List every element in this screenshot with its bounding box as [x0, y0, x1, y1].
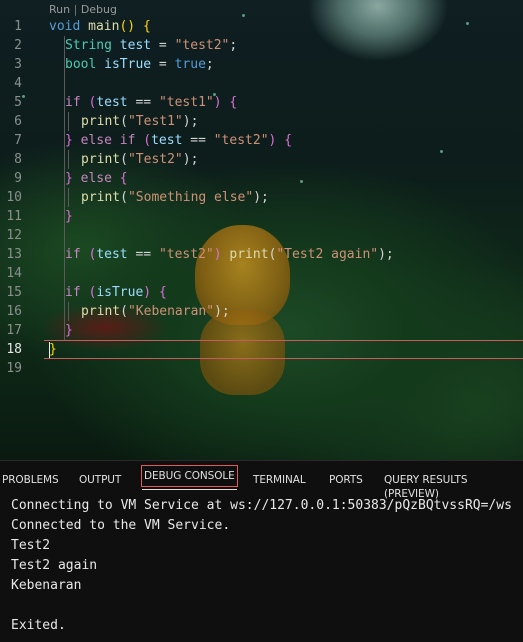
line-number: 1	[14, 19, 22, 34]
code-text: } else if (test == "test2") {	[65, 133, 293, 148]
line-number: 11	[6, 209, 22, 224]
line-number: 18	[6, 342, 22, 357]
code-line[interactable]: 8 print("Test2");	[0, 150, 523, 169]
console-line: Test2 again	[11, 558, 98, 573]
debug-console-output[interactable]: Connecting to VM Service at ws://127.0.0…	[11, 496, 516, 636]
console-line: Exited.	[11, 618, 66, 633]
line-number: 19	[6, 361, 22, 376]
panel-tab-bar: PROBLEMS OUTPUT DEBUG CONSOLE TERMINAL P…	[0, 460, 523, 500]
indent-guide	[64, 36, 65, 340]
code-line[interactable]: 6 print("Test1");	[0, 112, 523, 131]
text-cursor	[49, 342, 50, 358]
code-line[interactable]: 1 void main() {	[0, 17, 523, 36]
code-text: if (test == "test2") print("Test2 again"…	[65, 247, 394, 262]
code-text: print("Kebenaran");	[81, 304, 230, 319]
codelens-separator: |	[73, 3, 78, 16]
code-text: print("Test1");	[81, 114, 199, 129]
code-line[interactable]: 18}	[0, 340, 523, 359]
tab-debug-console[interactable]: DEBUG CONSOLE	[141, 465, 238, 490]
bottom-panel: PROBLEMS OUTPUT DEBUG CONSOLE TERMINAL P…	[0, 460, 523, 642]
code-line[interactable]: 4	[0, 74, 523, 93]
code-line[interactable]: 13 if (test == "test2") print("Test2 agai…	[0, 245, 523, 264]
console-line: Connected to the VM Service.	[11, 518, 231, 533]
code-text: }	[65, 323, 73, 338]
codelens-debug[interactable]: Debug	[81, 3, 117, 16]
line-number: 4	[14, 76, 22, 91]
code-line[interactable]: 7 } else if (test == "test2") {	[0, 131, 523, 150]
tab-debug-console-label: DEBUG CONSOLE	[144, 470, 235, 482]
code-text: print("Something else");	[81, 190, 269, 205]
line-number: 3	[14, 57, 22, 72]
console-line: Kebenaran	[11, 578, 82, 593]
indent-guide	[68, 188, 69, 207]
code-text: if (isTrue) {	[65, 285, 167, 300]
code-line[interactable]: 5 if (test == "test1") {	[0, 93, 523, 112]
line-number: 17	[6, 323, 22, 338]
line-number: 2	[14, 38, 22, 53]
console-line: Test2	[11, 538, 51, 553]
code-text: String test = "test2";	[65, 38, 238, 53]
code-line[interactable]: 19	[0, 359, 523, 378]
active-tab-underline	[142, 489, 237, 490]
line-number: 5	[14, 95, 22, 110]
indent-guide	[68, 302, 69, 321]
tab-ports[interactable]: PORTS	[329, 473, 363, 487]
code-line[interactable]: 9 } else {	[0, 169, 523, 188]
code-text: void main() {	[49, 19, 151, 34]
code-line[interactable]: 14	[0, 264, 523, 283]
code-editor[interactable]: Run | Debug 1 void main() { 2 String test =…	[0, 0, 523, 460]
line-number: 10	[6, 190, 22, 205]
indent-guide	[68, 112, 69, 131]
code-text: }	[65, 209, 73, 224]
code-line[interactable]: 10 print("Something else");	[0, 188, 523, 207]
line-number: 8	[14, 152, 22, 167]
line-number: 9	[14, 171, 22, 186]
code-line[interactable]: 15 if (isTrue) {	[0, 283, 523, 302]
code-line[interactable]: 11}	[0, 207, 523, 226]
console-line: Connecting to VM Service at ws://127.0.0…	[11, 498, 512, 513]
line-number: 14	[6, 266, 22, 281]
codelens-run[interactable]: Run	[49, 3, 70, 16]
line-number: 6	[14, 114, 22, 129]
code-text: print("Test2");	[81, 152, 199, 167]
code-text: if (test == "test1") {	[65, 95, 238, 110]
code-line[interactable]: 3 bool isTrue = true;	[0, 55, 523, 74]
code-text: bool isTrue = true;	[65, 57, 214, 72]
code-text: } else {	[65, 171, 128, 186]
code-line[interactable]: 2 String test = "test2";	[0, 36, 523, 55]
code-line[interactable]: 16 print("Kebenaran");	[0, 302, 523, 321]
line-number: 12	[6, 228, 22, 243]
line-number: 13	[6, 247, 22, 262]
indent-guide	[68, 150, 69, 169]
tab-terminal[interactable]: TERMINAL	[253, 473, 306, 487]
tab-problems[interactable]: PROBLEMS	[2, 473, 59, 487]
line-number: 16	[6, 304, 22, 319]
code-line[interactable]: 17}	[0, 321, 523, 340]
code-text: }	[49, 342, 57, 357]
line-number: 15	[6, 285, 22, 300]
line-number: 7	[14, 133, 22, 148]
code-line[interactable]: 12	[0, 226, 523, 245]
codelens: Run | Debug	[49, 3, 117, 17]
tab-output[interactable]: OUTPUT	[79, 473, 121, 487]
